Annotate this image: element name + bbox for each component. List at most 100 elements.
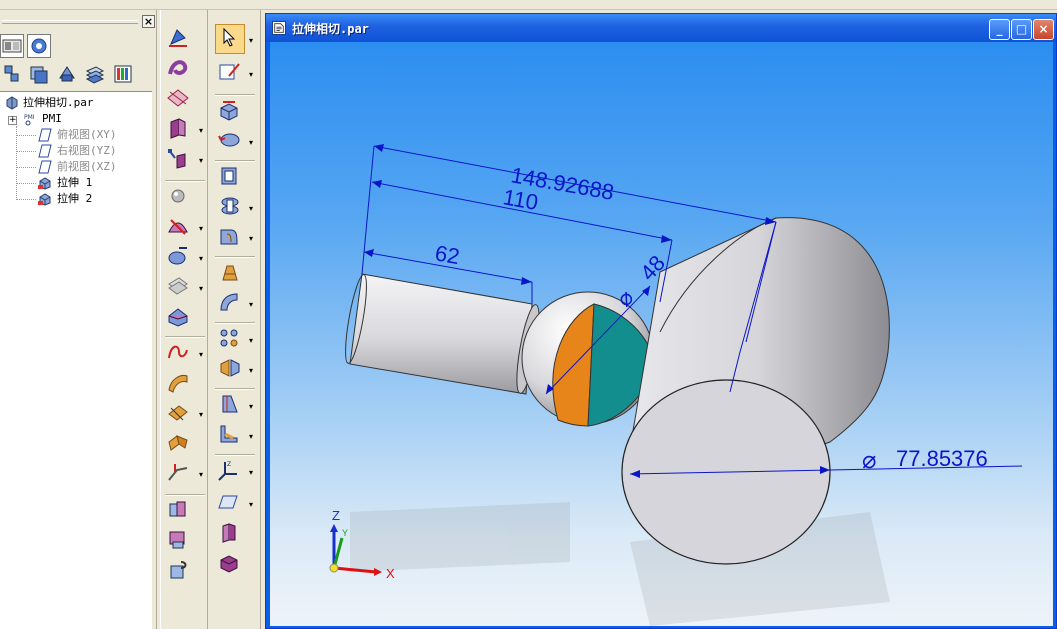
color-palette-icon[interactable] xyxy=(111,62,135,86)
tree-item-label: 俯视图(XY) xyxy=(57,128,117,141)
parts-icon[interactable] xyxy=(55,62,79,86)
part-copy-icon[interactable] xyxy=(165,528,193,554)
extrude-icon xyxy=(38,177,51,190)
point-icon[interactable] xyxy=(165,184,193,210)
dropdown-arrow-icon[interactable]: ▾ xyxy=(249,37,255,45)
dropdown-arrow-icon[interactable]: ▾ xyxy=(199,157,205,165)
tree-item-front-plane[interactable]: 前视图(XZ) xyxy=(0,159,150,175)
pane-header[interactable]: × xyxy=(0,12,157,32)
toolbar-separator xyxy=(215,94,255,96)
layers-icon[interactable] xyxy=(27,62,51,86)
pathfinder-tab-icon[interactable] xyxy=(0,34,24,58)
part-document-icon xyxy=(272,21,286,35)
small-cylinder[interactable] xyxy=(341,273,543,395)
toolbar-separator xyxy=(215,160,255,162)
feature-tree: 拉伸相切.par + PMI PMI 俯视图(XY) 右视图(YZ) 前视图(X… xyxy=(0,91,152,629)
dimension-62[interactable]: 62 xyxy=(433,240,461,269)
pane-close-button[interactable]: × xyxy=(142,15,155,28)
dropdown-arrow-icon[interactable]: ▾ xyxy=(199,411,205,419)
dimension-77[interactable]: 77.85376 xyxy=(896,446,988,471)
mirror-icon[interactable] xyxy=(217,356,245,382)
dropdown-arrow-icon[interactable]: ▾ xyxy=(249,469,255,477)
maximize-button[interactable]: □ xyxy=(1011,19,1032,40)
dropdown-arrow-icon[interactable]: ▾ xyxy=(199,255,205,263)
spline-icon[interactable] xyxy=(165,340,193,366)
plane-icon xyxy=(38,144,52,158)
tree-root-label: 拉伸相切.par xyxy=(23,96,94,109)
boolean-icon[interactable] xyxy=(217,550,245,576)
sphere[interactable] xyxy=(521,291,655,427)
extrude-icon xyxy=(38,193,51,206)
model-canvas[interactable]: 148.92688 110 62 ⌀ 48 ⌀ 77.85376 Z Y X xyxy=(270,42,1053,626)
dropdown-arrow-icon[interactable]: ▾ xyxy=(249,139,255,147)
y-axis-label: Y xyxy=(342,528,348,538)
plane-icon xyxy=(38,128,52,142)
draft-icon[interactable] xyxy=(217,392,245,418)
document-title: 拉伸相切.par xyxy=(292,22,369,36)
split-icon[interactable] xyxy=(165,460,193,486)
dropdown-arrow-icon[interactable]: ▾ xyxy=(249,235,255,243)
tree-root[interactable]: 拉伸相切.par xyxy=(0,95,150,111)
trim-surface-icon[interactable] xyxy=(165,400,193,426)
tree-item-right-plane[interactable]: 右视图(YZ) xyxy=(0,143,150,159)
dropdown-arrow-icon[interactable]: ▾ xyxy=(199,351,205,359)
3d-viewport[interactable]: 148.92688 110 62 ⌀ 48 ⌀ 77.85376 Z Y X xyxy=(270,42,1053,626)
stitch-surface-icon[interactable] xyxy=(165,430,193,456)
document-title-bar[interactable]: 拉伸相切.par _ □ × xyxy=(266,14,1056,42)
attach-icon[interactable] xyxy=(165,558,193,584)
sheets-icon[interactable] xyxy=(83,62,107,86)
sweep-surface-icon[interactable] xyxy=(165,370,193,396)
dropdown-arrow-icon[interactable]: ▾ xyxy=(199,225,205,233)
settings-tab-icon[interactable] xyxy=(27,34,51,58)
part-body-icon[interactable] xyxy=(217,520,245,546)
sketch-tool-icon[interactable] xyxy=(217,60,245,86)
select-tool-icon[interactable] xyxy=(215,24,245,54)
minimize-button[interactable]: _ xyxy=(989,19,1010,40)
dropdown-arrow-icon[interactable]: ▾ xyxy=(249,337,255,345)
project-curve-icon[interactable] xyxy=(165,146,193,172)
commands-toolbar: ▾ ▾ ▾ ▾ ▾ ▾ ▾ ▾ ▾ ▾ Z ▾ ▾ xyxy=(211,10,261,629)
tree-item-extrude-1[interactable]: 拉伸 1 xyxy=(0,175,150,191)
pattern-icon[interactable] xyxy=(217,326,245,352)
assembly-icon[interactable] xyxy=(0,62,24,86)
pmi-icon: PMI xyxy=(24,114,35,126)
dimension-110[interactable]: 110 xyxy=(501,184,540,215)
dropdown-arrow-icon[interactable]: ▾ xyxy=(249,205,255,213)
rib-icon[interactable] xyxy=(217,422,245,448)
extrude-surface-icon[interactable] xyxy=(165,116,193,142)
dropdown-arrow-icon[interactable]: ▾ xyxy=(249,433,255,441)
tree-item-label: 拉伸 1 xyxy=(57,176,93,189)
bluesurf-icon[interactable] xyxy=(165,214,193,240)
round-icon[interactable] xyxy=(217,224,245,250)
dropdown-arrow-icon[interactable]: ▾ xyxy=(199,127,205,135)
dropdown-arrow-icon[interactable]: ▾ xyxy=(249,301,255,309)
close-button[interactable]: × xyxy=(1033,19,1054,40)
sketch-icon[interactable] xyxy=(165,26,193,52)
hole-icon[interactable] xyxy=(217,194,245,220)
dropdown-arrow-icon[interactable]: ▾ xyxy=(249,403,255,411)
tree-item-extrude-2[interactable]: 拉伸 2 xyxy=(0,191,150,207)
solid-surface-icon[interactable] xyxy=(165,304,193,330)
svg-text:PMI: PMI xyxy=(24,114,35,121)
svg-text:Z: Z xyxy=(227,461,231,468)
revolve-icon[interactable] xyxy=(217,128,245,154)
dropdown-arrow-icon[interactable]: ▾ xyxy=(199,285,205,293)
protrusion-icon[interactable] xyxy=(217,98,245,124)
offset-surface-icon[interactable] xyxy=(165,244,193,270)
dropdown-arrow-icon[interactable]: ▾ xyxy=(249,501,255,509)
intersection-curve-icon[interactable] xyxy=(165,86,193,112)
loft-icon[interactable] xyxy=(217,260,245,286)
reference-plane-icon[interactable] xyxy=(217,490,245,516)
tree-item-pmi[interactable]: PMI PMI xyxy=(0,111,150,127)
mesh-icon[interactable] xyxy=(165,274,193,300)
sweep-icon[interactable] xyxy=(217,290,245,316)
dropdown-arrow-icon[interactable]: ▾ xyxy=(249,71,255,79)
tree-item-top-plane[interactable]: 俯视图(XY) xyxy=(0,127,150,143)
curve-icon[interactable] xyxy=(165,56,193,82)
thin-wall-icon[interactable] xyxy=(217,164,245,190)
dropdown-arrow-icon[interactable]: ▾ xyxy=(199,471,205,479)
copy-part-icon[interactable] xyxy=(165,498,193,524)
dropdown-arrow-icon[interactable]: ▾ xyxy=(249,367,255,375)
coordinate-system-icon[interactable]: Z xyxy=(217,458,245,484)
pane-grip[interactable] xyxy=(2,20,138,24)
